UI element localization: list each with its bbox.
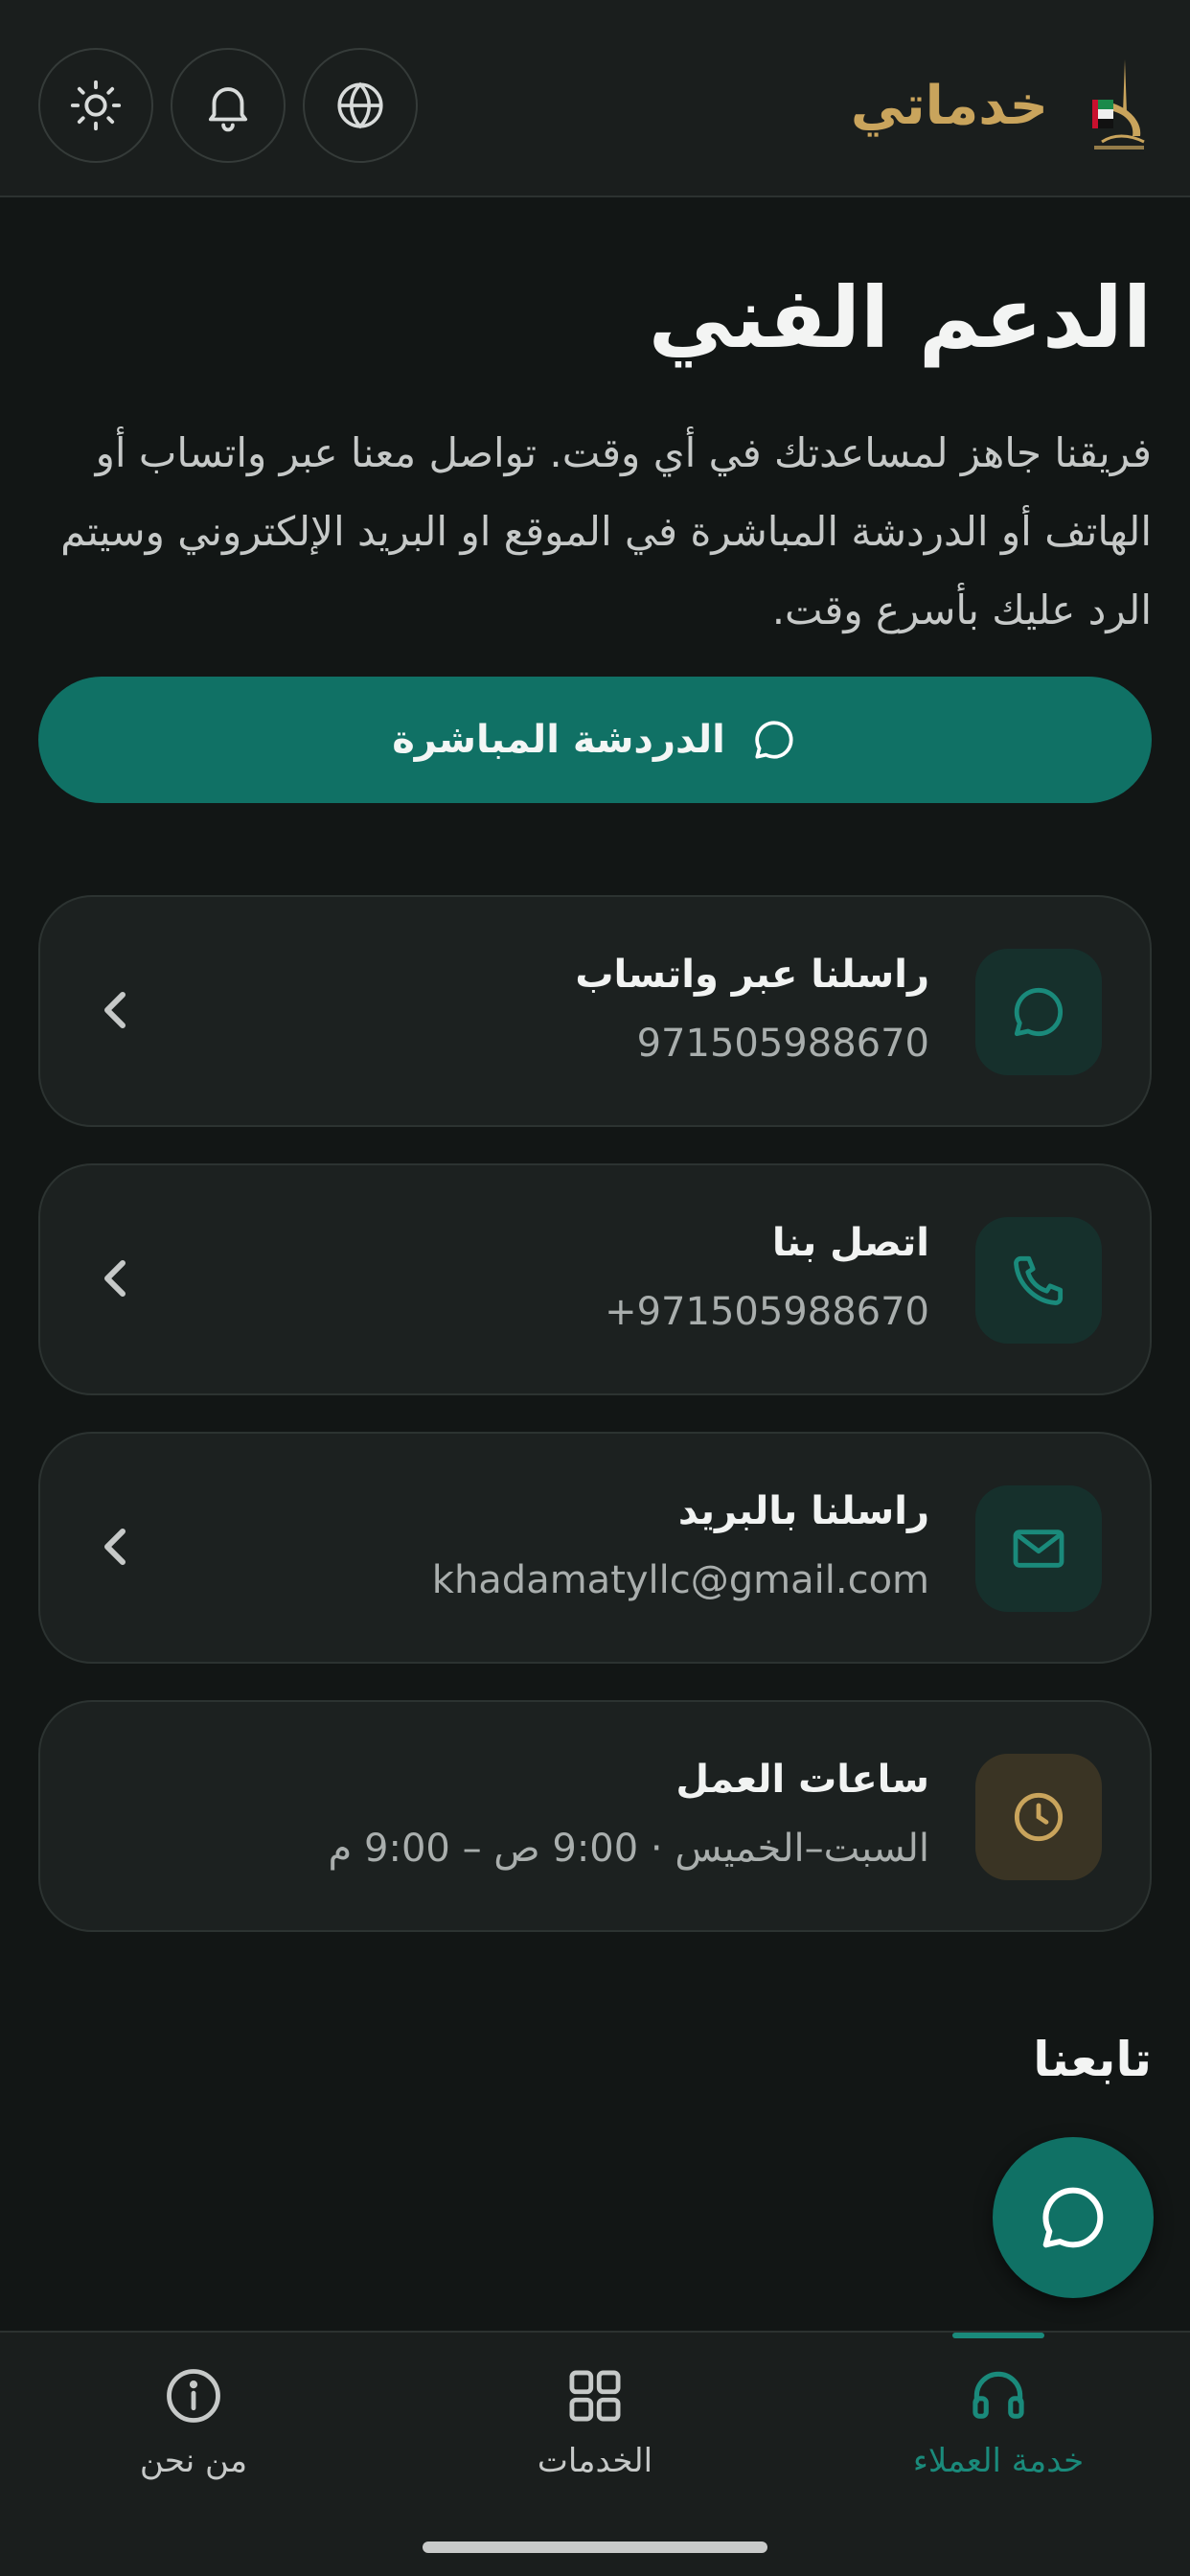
khadamaty-logo-icon (1092, 59, 1145, 150)
whatsapp-icon-box (975, 949, 1102, 1075)
follow-us-heading: تابعنا (1033, 2032, 1152, 2087)
phone-card[interactable]: اتصل بنا +971505988670 (38, 1163, 1152, 1395)
phone-title: اتصل بنا (771, 1221, 929, 1265)
nav-services[interactable]: الخدمات (451, 2333, 739, 2496)
app-name: خدماتي (850, 74, 1048, 137)
whatsapp-title: راسلنا عبر واتساب (575, 953, 929, 997)
headset-icon (973, 2371, 1024, 2419)
phone-icon (1014, 1255, 1064, 1305)
mail-icon (1013, 1530, 1064, 1568)
whatsapp-number: 971505988670 (636, 1022, 929, 1066)
chevron-left-icon (104, 1260, 126, 1297)
theme-toggle-button[interactable] (38, 48, 153, 163)
phone-number: +971505988670 (605, 1290, 929, 1334)
notifications-button[interactable] (171, 48, 286, 163)
bottom-navigation: خدمة العملاء الخدمات من نحن (0, 2331, 1190, 2576)
phone-icon-box (975, 1217, 1102, 1344)
support-page: خدماتي الدعم الفني فريقنا جاهز لمساعدتك … (0, 0, 1190, 2576)
nav-about-us-label: من نحن (139, 2442, 248, 2480)
page-title: الدعم الفني (648, 268, 1152, 367)
globe-icon (337, 81, 383, 129)
clock-icon-box (975, 1754, 1102, 1880)
whatsapp-card[interactable]: راسلنا عبر واتساب 971505988670 (38, 895, 1152, 1127)
nav-about-us[interactable]: من نحن (50, 2333, 337, 2496)
language-button[interactable] (303, 48, 418, 163)
nav-services-label: الخدمات (537, 2442, 653, 2480)
info-icon (167, 2369, 220, 2423)
email-icon-box (975, 1485, 1102, 1612)
grid-icon (569, 2370, 621, 2422)
email-address: khadamatyllc@gmail.com (431, 1558, 929, 1602)
live-chat-button[interactable]: الدردشة المباشرة (38, 677, 1152, 803)
email-card[interactable]: راسلنا بالبريد khadamatyllc@gmail.com (38, 1432, 1152, 1664)
nav-customer-service[interactable]: خدمة العملاء (855, 2333, 1142, 2496)
live-chat-label: الدردشة المباشرة (392, 718, 725, 762)
whatsapp-chat-icon (1014, 987, 1064, 1037)
app-header: خدماتي (0, 0, 1190, 197)
chevron-left-icon (104, 992, 126, 1028)
chevron-left-icon (104, 1529, 126, 1565)
floating-chat-button[interactable] (993, 2137, 1154, 2298)
clock-icon (1014, 1792, 1064, 1842)
working-hours-value: السبت–الخميس · 9:00 ص – 9:00 م (328, 1827, 929, 1871)
chat-bubble-icon (1042, 2187, 1104, 2248)
email-title: راسلنا بالبريد (677, 1489, 929, 1533)
working-hours-title: ساعات العمل (675, 1758, 929, 1802)
bell-icon (208, 87, 248, 132)
working-hours-card: ساعات العمل السبت–الخميس · 9:00 ص – 9:00… (38, 1700, 1152, 1932)
sun-icon (70, 80, 122, 131)
page-description: فريقنا جاهز لمساعدتك في أي وقت. تواصل مع… (60, 429, 1152, 633)
nav-customer-service-label: خدمة العملاء (912, 2442, 1085, 2480)
home-indicator (423, 2542, 767, 2553)
chat-bubble-icon (755, 721, 793, 759)
brand[interactable]: خدماتي (851, 56, 1152, 155)
